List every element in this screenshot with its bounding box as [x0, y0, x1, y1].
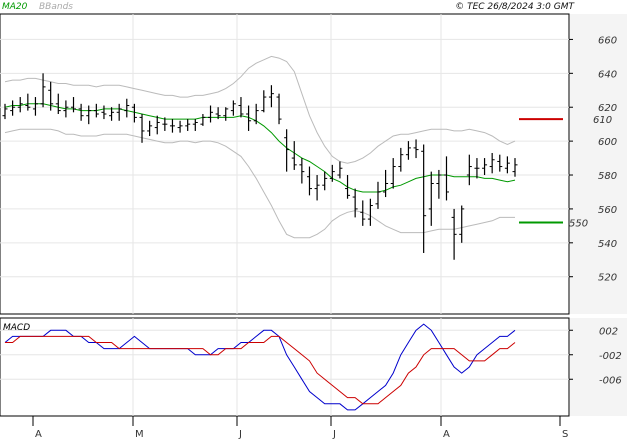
- stock-chart: 610 550 520 540 560 580 600 620 640 660 002 -002…: [0, 2, 627, 440]
- month-tick-label: J: [238, 429, 242, 440]
- legend-bbands: BBands: [39, 2, 73, 12]
- month-tick-label: A: [35, 429, 42, 440]
- price-tick-label: 520: [598, 273, 617, 284]
- resistance-level-label: 610: [593, 115, 612, 126]
- legend-ma20: MA20: [2, 2, 28, 12]
- price-tick-label: 600: [598, 137, 617, 148]
- month-axis-ticks: AMJJAS: [32, 416, 568, 440]
- month-tick-label: S: [562, 429, 568, 440]
- price-tick-label: 660: [598, 35, 617, 46]
- macd-tick-label: -006: [599, 375, 622, 386]
- macd-tick-label: 002: [599, 326, 618, 337]
- price-tick-label: 640: [598, 69, 617, 80]
- macd-title: MACD: [3, 323, 30, 333]
- macd-tick-label: -002: [599, 351, 622, 362]
- month-tick-label: M: [135, 429, 144, 440]
- price-tick-label: 620: [598, 103, 617, 114]
- month-tick-label: A: [443, 429, 450, 440]
- price-tick-label: 580: [598, 171, 617, 182]
- support-level-label: 550: [569, 218, 588, 229]
- price-panel: [0, 13, 570, 315]
- price-axis-bg: [570, 14, 627, 314]
- price-tick-label: 560: [598, 205, 617, 216]
- copyright-text: © TEC 26/8/2024 3:0 GMT: [455, 2, 575, 12]
- macd-panel: [0, 317, 570, 417]
- month-tick-label: J: [332, 429, 336, 440]
- price-tick-label: 540: [598, 239, 617, 250]
